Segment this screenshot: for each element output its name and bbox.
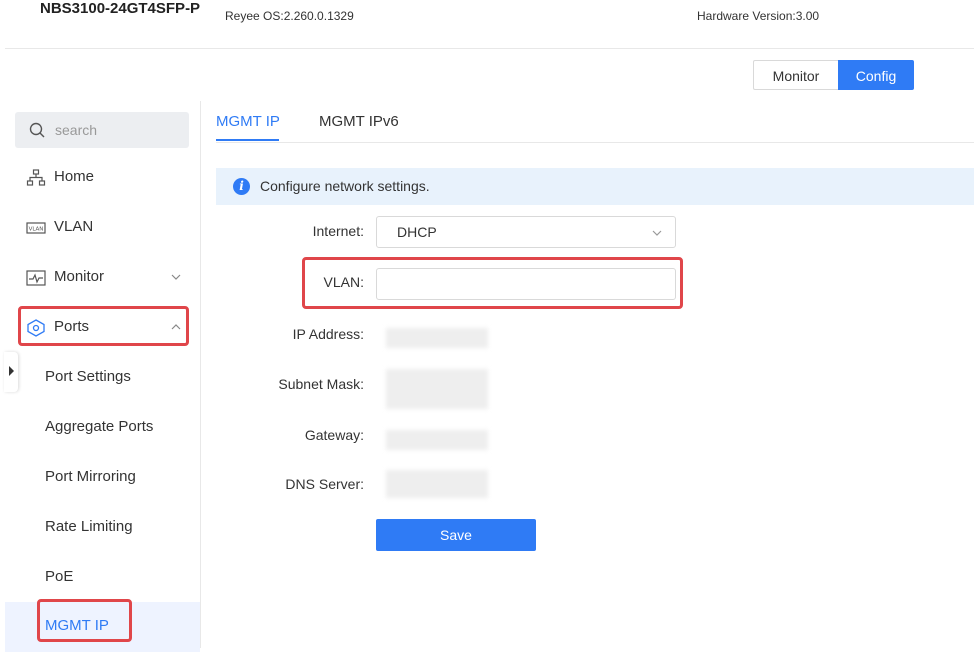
- vlan-icon: VLAN: [26, 222, 46, 234]
- internet-select-value: DHCP: [397, 224, 437, 240]
- search-placeholder: search: [55, 122, 98, 138]
- sidebar-subitem-label: Rate Limiting: [45, 518, 133, 535]
- sidebar-item-monitor[interactable]: Monitor: [5, 253, 200, 303]
- sidebar-item-label: Ports: [54, 318, 90, 335]
- sidebar-subitem-label: PoE: [45, 568, 74, 585]
- sidebar-collapse-handle[interactable]: [4, 352, 18, 392]
- chevron-up-icon: [171, 324, 181, 330]
- pulse-icon: [26, 270, 46, 286]
- sidebar-subitem-port-mirroring[interactable]: Port Mirroring: [5, 453, 200, 503]
- sidebar-item-label: VLAN: [54, 218, 94, 235]
- config-mode-button[interactable]: Config: [838, 60, 914, 90]
- info-text: Configure network settings.: [260, 178, 430, 194]
- save-button[interactable]: Save: [376, 519, 536, 551]
- active-tab-indicator: [216, 139, 279, 141]
- os-version: Reyee OS:2.260.0.1329: [225, 9, 354, 23]
- internet-label: Internet:: [312, 223, 364, 239]
- tab-mgmt-ip[interactable]: MGMT IP: [216, 113, 280, 130]
- chevron-down-icon: [652, 230, 662, 236]
- gateway-label: Gateway:: [304, 427, 364, 443]
- tab-bar: MGMT IP MGMT IPv6: [216, 101, 974, 143]
- sidebar-item-label: Home: [54, 168, 95, 185]
- dns-server-redacted: [386, 470, 488, 498]
- sidebar-subitem-mgmt-ip[interactable]: MGMT IP: [5, 602, 200, 652]
- sidebar-subitem-poe[interactable]: PoE: [5, 553, 200, 603]
- sidebar-item-home[interactable]: Home: [5, 153, 200, 203]
- sidebar-subitem-port-settings[interactable]: Port Settings: [5, 353, 200, 403]
- info-icon: i: [233, 178, 250, 195]
- dns-server-label: DNS Server:: [285, 476, 364, 492]
- info-banner: i Configure network settings.: [216, 168, 974, 205]
- device-model: NBS3100-24GT4SFP-P: [40, 0, 201, 17]
- sidebar-subitem-rate-limiting[interactable]: Rate Limiting: [5, 503, 200, 553]
- tab-mgmt-ipv6[interactable]: MGMT IPv6: [319, 113, 399, 130]
- ip-address-label: IP Address:: [292, 326, 364, 342]
- chevron-down-icon: [171, 274, 181, 280]
- search-icon: [29, 122, 45, 138]
- vlan-input[interactable]: [376, 268, 676, 300]
- subnet-mask-label: Subnet Mask:: [278, 376, 364, 392]
- sidebar-subitem-label: MGMT IP: [45, 617, 109, 634]
- search-box[interactable]: search: [15, 112, 189, 148]
- ports-icon: [27, 319, 45, 337]
- svg-text:VLAN: VLAN: [29, 227, 44, 233]
- sidebar-item-vlan[interactable]: VLAN VLAN: [5, 203, 200, 253]
- monitor-mode-button[interactable]: Monitor: [753, 60, 838, 90]
- sidebar-subitem-label: Port Mirroring: [45, 468, 136, 485]
- ip-address-redacted: [386, 328, 488, 348]
- subnet-mask-redacted: [386, 369, 488, 409]
- vlan-label: VLAN:: [323, 274, 364, 290]
- header-divider: [5, 48, 974, 49]
- mode-switch: Monitor Config: [753, 60, 914, 90]
- sidebar-item-label: Monitor: [54, 268, 105, 285]
- sidebar-subitem-aggregate-ports[interactable]: Aggregate Ports: [5, 403, 200, 453]
- caret-right-icon: [9, 366, 14, 376]
- header: NBS3100-24GT4SFP-P Reyee OS:2.260.0.1329…: [0, 0, 974, 48]
- sidebar-item-ports[interactable]: Ports: [5, 303, 200, 353]
- sidebar-subitem-label: Aggregate Ports: [45, 418, 154, 435]
- sidebar: search Home VLAN VLAN Monitor Ports Port…: [5, 101, 201, 652]
- gateway-redacted: [386, 430, 488, 450]
- sitemap-icon: [26, 169, 46, 186]
- sidebar-subitem-label: Port Settings: [45, 368, 131, 385]
- hardware-version: Hardware Version:3.00: [697, 9, 820, 23]
- internet-select[interactable]: DHCP: [376, 216, 676, 248]
